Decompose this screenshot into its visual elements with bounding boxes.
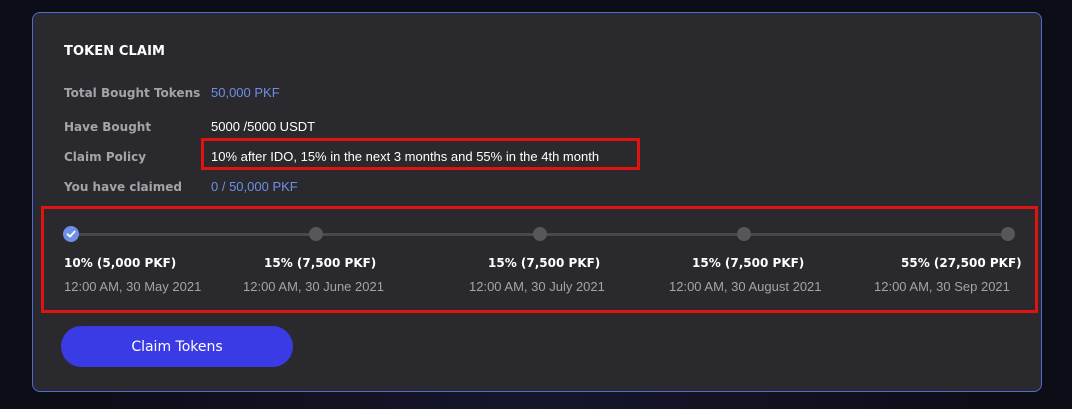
token-claim-card: TOKEN CLAIM Total Bought Tokens 50,000 P…	[32, 12, 1042, 392]
total-bought-value: 50,000 PKF	[211, 85, 280, 100]
claim-tokens-button[interactable]: Claim Tokens	[61, 326, 293, 367]
claim-policy-highlight-box	[201, 138, 640, 170]
timeline-highlight-box	[41, 206, 1038, 313]
claimed-value: 0 / 50,000 PKF	[211, 179, 298, 194]
claimed-label: You have claimed	[64, 180, 183, 194]
have-bought-value: 5000 /5000 USDT	[211, 119, 316, 134]
have-bought-label: Have Bought	[64, 120, 152, 134]
card-title: TOKEN CLAIM	[64, 44, 166, 59]
total-bought-label: Total Bought Tokens	[64, 86, 201, 100]
claim-policy-label: Claim Policy	[64, 150, 147, 164]
